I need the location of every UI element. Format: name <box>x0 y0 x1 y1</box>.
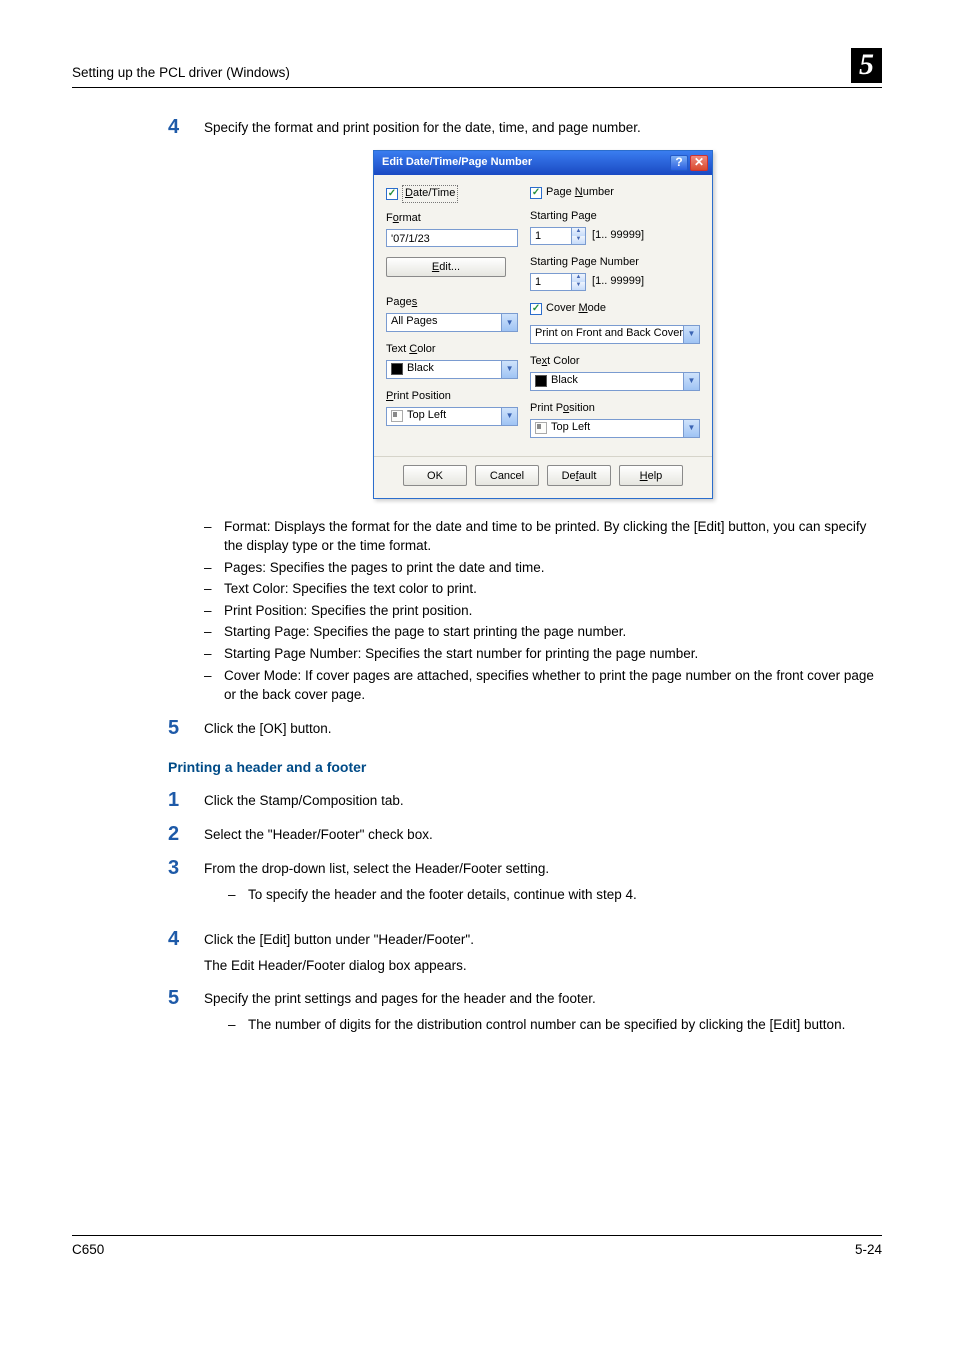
check-icon: ✓ <box>386 188 398 200</box>
ok-button[interactable]: OK <box>403 465 467 486</box>
chevron-down-icon: ▼ <box>683 373 699 390</box>
chevron-down-icon: ▼ <box>501 408 517 425</box>
b-step2-text: Select the "Header/Footer" check box. <box>204 823 882 845</box>
spin-down-icon[interactable]: ▼ <box>571 236 585 244</box>
b-step5-bullet: The number of digits for the distributio… <box>228 1015 882 1035</box>
step-4-text: Specify the format and print position fo… <box>204 116 882 138</box>
footer-left: C650 <box>72 1240 104 1260</box>
step-5-number: 5 <box>168 717 204 739</box>
b-step3-text: From the drop-down list, select the Head… <box>204 859 882 879</box>
check-icon: ✓ <box>530 303 542 315</box>
textcolor-left-select[interactable]: Black ▼ <box>386 360 518 379</box>
b-step4-line2: The Edit Header/Footer dialog box appear… <box>204 956 882 976</box>
b-step1-text: Click the Stamp/Composition tab. <box>204 789 882 811</box>
close-icon[interactable]: ✕ <box>690 155 708 171</box>
starting-page-input[interactable]: 1 ▲▼ <box>530 227 586 245</box>
chevron-down-icon: ▼ <box>501 314 517 331</box>
chevron-down-icon: ▼ <box>501 361 517 378</box>
default-button[interactable]: DefaultDefault <box>547 465 611 486</box>
pagenumber-checkbox[interactable]: ✓ Page NumberPage Number <box>530 185 700 201</box>
edit-button[interactable]: Edit...Edit... <box>386 257 506 277</box>
step4-bullet: Starting Page: Specifies the page to sta… <box>204 622 882 642</box>
color-swatch-icon <box>535 375 547 387</box>
dialog-title: Edit Date/Time/Page Number <box>382 155 532 171</box>
textcolor-right-select[interactable]: Black ▼ <box>530 372 700 391</box>
starting-page-label: Starting Page <box>530 209 700 225</box>
step4-bullet: Cover Mode: If cover pages are attached,… <box>204 666 882 705</box>
starting-page-number-input[interactable]: 1 ▲▼ <box>530 273 586 291</box>
spin-up-icon[interactable]: ▲ <box>571 228 585 236</box>
footer-right: 5-24 <box>855 1240 882 1260</box>
color-swatch-icon <box>391 363 403 375</box>
step4-bullet: Text Color: Specifies the text color to … <box>204 579 882 599</box>
pages-label: PagesPages <box>386 295 518 311</box>
help-icon[interactable]: ? <box>670 155 688 171</box>
chevron-down-icon: ▼ <box>683 420 699 437</box>
b-step1-num: 1 <box>168 789 204 811</box>
format-output: '07/1/23 <box>386 229 518 247</box>
b-step5-text: Specify the print settings and pages for… <box>204 989 882 1009</box>
step4-bullet: Format: Displays the format for the date… <box>204 517 882 556</box>
help-button[interactable]: HelpHelp <box>619 465 683 486</box>
cancel-button[interactable]: Cancel <box>475 465 539 486</box>
step-5-text: Click the [OK] button. <box>204 717 882 739</box>
b-step2-num: 2 <box>168 823 204 845</box>
step4-bullet: Print Position: Specifies the print posi… <box>204 601 882 621</box>
covermode-checkbox[interactable]: ✓ Cover ModeCover Mode <box>530 301 700 317</box>
b-step4-num: 4 <box>168 928 204 975</box>
step-4-number: 4 <box>168 116 204 138</box>
chevron-down-icon: ▼ <box>683 326 699 343</box>
range-hint-1: [1.. 99999] <box>592 228 644 244</box>
spin-down-icon[interactable]: ▼ <box>571 282 585 290</box>
printpos-left-select[interactable]: Top Left ▼ <box>386 407 518 426</box>
b-step5-num: 5 <box>168 987 204 1046</box>
check-icon: ✓ <box>530 187 542 199</box>
b-step3-num: 3 <box>168 857 204 916</box>
running-head-title: Setting up the PCL driver (Windows) <box>72 63 290 83</box>
starting-page-number-label: Starting Page Number <box>530 255 700 271</box>
textcolor-left-label: Text ColorText Color <box>386 342 518 358</box>
printpos-left-label: Print PositionPrint Position <box>386 389 518 405</box>
printpos-right-label: Print PositionPrint Position <box>530 401 700 417</box>
printpos-right-select[interactable]: Top Left ▼ <box>530 419 700 438</box>
range-hint-2: [1.. 99999] <box>592 274 644 290</box>
edit-datetime-dialog: Edit Date/Time/Page Number ? ✕ ✓ DDate/T… <box>373 150 713 499</box>
step4-bullet: Pages: Specifies the pages to print the … <box>204 558 882 578</box>
position-icon <box>391 410 403 422</box>
textcolor-right-label: Text ColorText Color <box>530 354 700 370</box>
chapter-number: 5 <box>851 48 882 83</box>
step4-bullet: Starting Page Number: Specifies the star… <box>204 644 882 664</box>
subheading-header-footer: Printing a header and a footer <box>168 757 882 777</box>
b-step3-bullet: To specify the header and the footer det… <box>228 885 882 905</box>
pages-select[interactable]: All Pages ▼ <box>386 313 518 332</box>
b-step4-line1: Click the [Edit] button under "Header/Fo… <box>204 930 882 950</box>
datetime-checkbox[interactable]: ✓ DDate/Timeate/Time <box>386 185 518 203</box>
spin-up-icon[interactable]: ▲ <box>571 274 585 282</box>
format-label: FormatFormat <box>386 211 518 227</box>
position-icon <box>535 422 547 434</box>
covermode-select[interactable]: Print on Front and Back Cover ▼ <box>530 325 700 344</box>
